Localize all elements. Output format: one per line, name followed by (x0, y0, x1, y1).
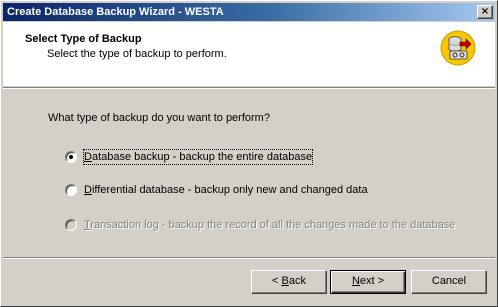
close-button[interactable]: × (477, 5, 493, 19)
window-title: Create Database Backup Wizard - WESTA (7, 6, 224, 18)
radio-database-backup[interactable] (65, 151, 77, 163)
wizard-window: Create Database Backup Wizard - WESTA × … (0, 0, 498, 307)
title-bar[interactable]: Create Database Backup Wizard - WESTA × (3, 3, 495, 21)
wizard-header: Select Type of Backup Select the type of… (3, 22, 495, 86)
radio-selected-dot (69, 155, 73, 159)
header-divider (3, 87, 495, 89)
cancel-button[interactable]: Cancel (411, 270, 487, 294)
option-differential-backup-label[interactable]: Differential database - backup only new … (84, 183, 368, 197)
option-transaction-log-label: Transaction log - backup the record of a… (84, 219, 456, 231)
option-transaction-log: Transaction log - backup the record of a… (65, 218, 465, 232)
radio-differential-backup[interactable] (65, 184, 77, 196)
backup-type-question: What type of backup do you want to perfo… (48, 112, 270, 124)
option-differential-backup[interactable]: Differential database - backup only new … (65, 183, 375, 197)
next-button[interactable]: Next > (330, 270, 406, 294)
footer-divider (3, 257, 495, 259)
radio-transaction-log (65, 219, 77, 231)
page-subtitle: Select the type of backup to perform. (47, 48, 227, 60)
page-title: Select Type of Backup (25, 33, 142, 45)
close-icon: × (480, 6, 490, 17)
database-backup-icon (440, 30, 476, 66)
back-button[interactable]: < Back (251, 270, 327, 294)
option-database-backup[interactable]: Database backup - backup the entire data… (65, 149, 325, 165)
option-database-backup-label[interactable]: Database backup - backup the entire data… (82, 149, 314, 165)
